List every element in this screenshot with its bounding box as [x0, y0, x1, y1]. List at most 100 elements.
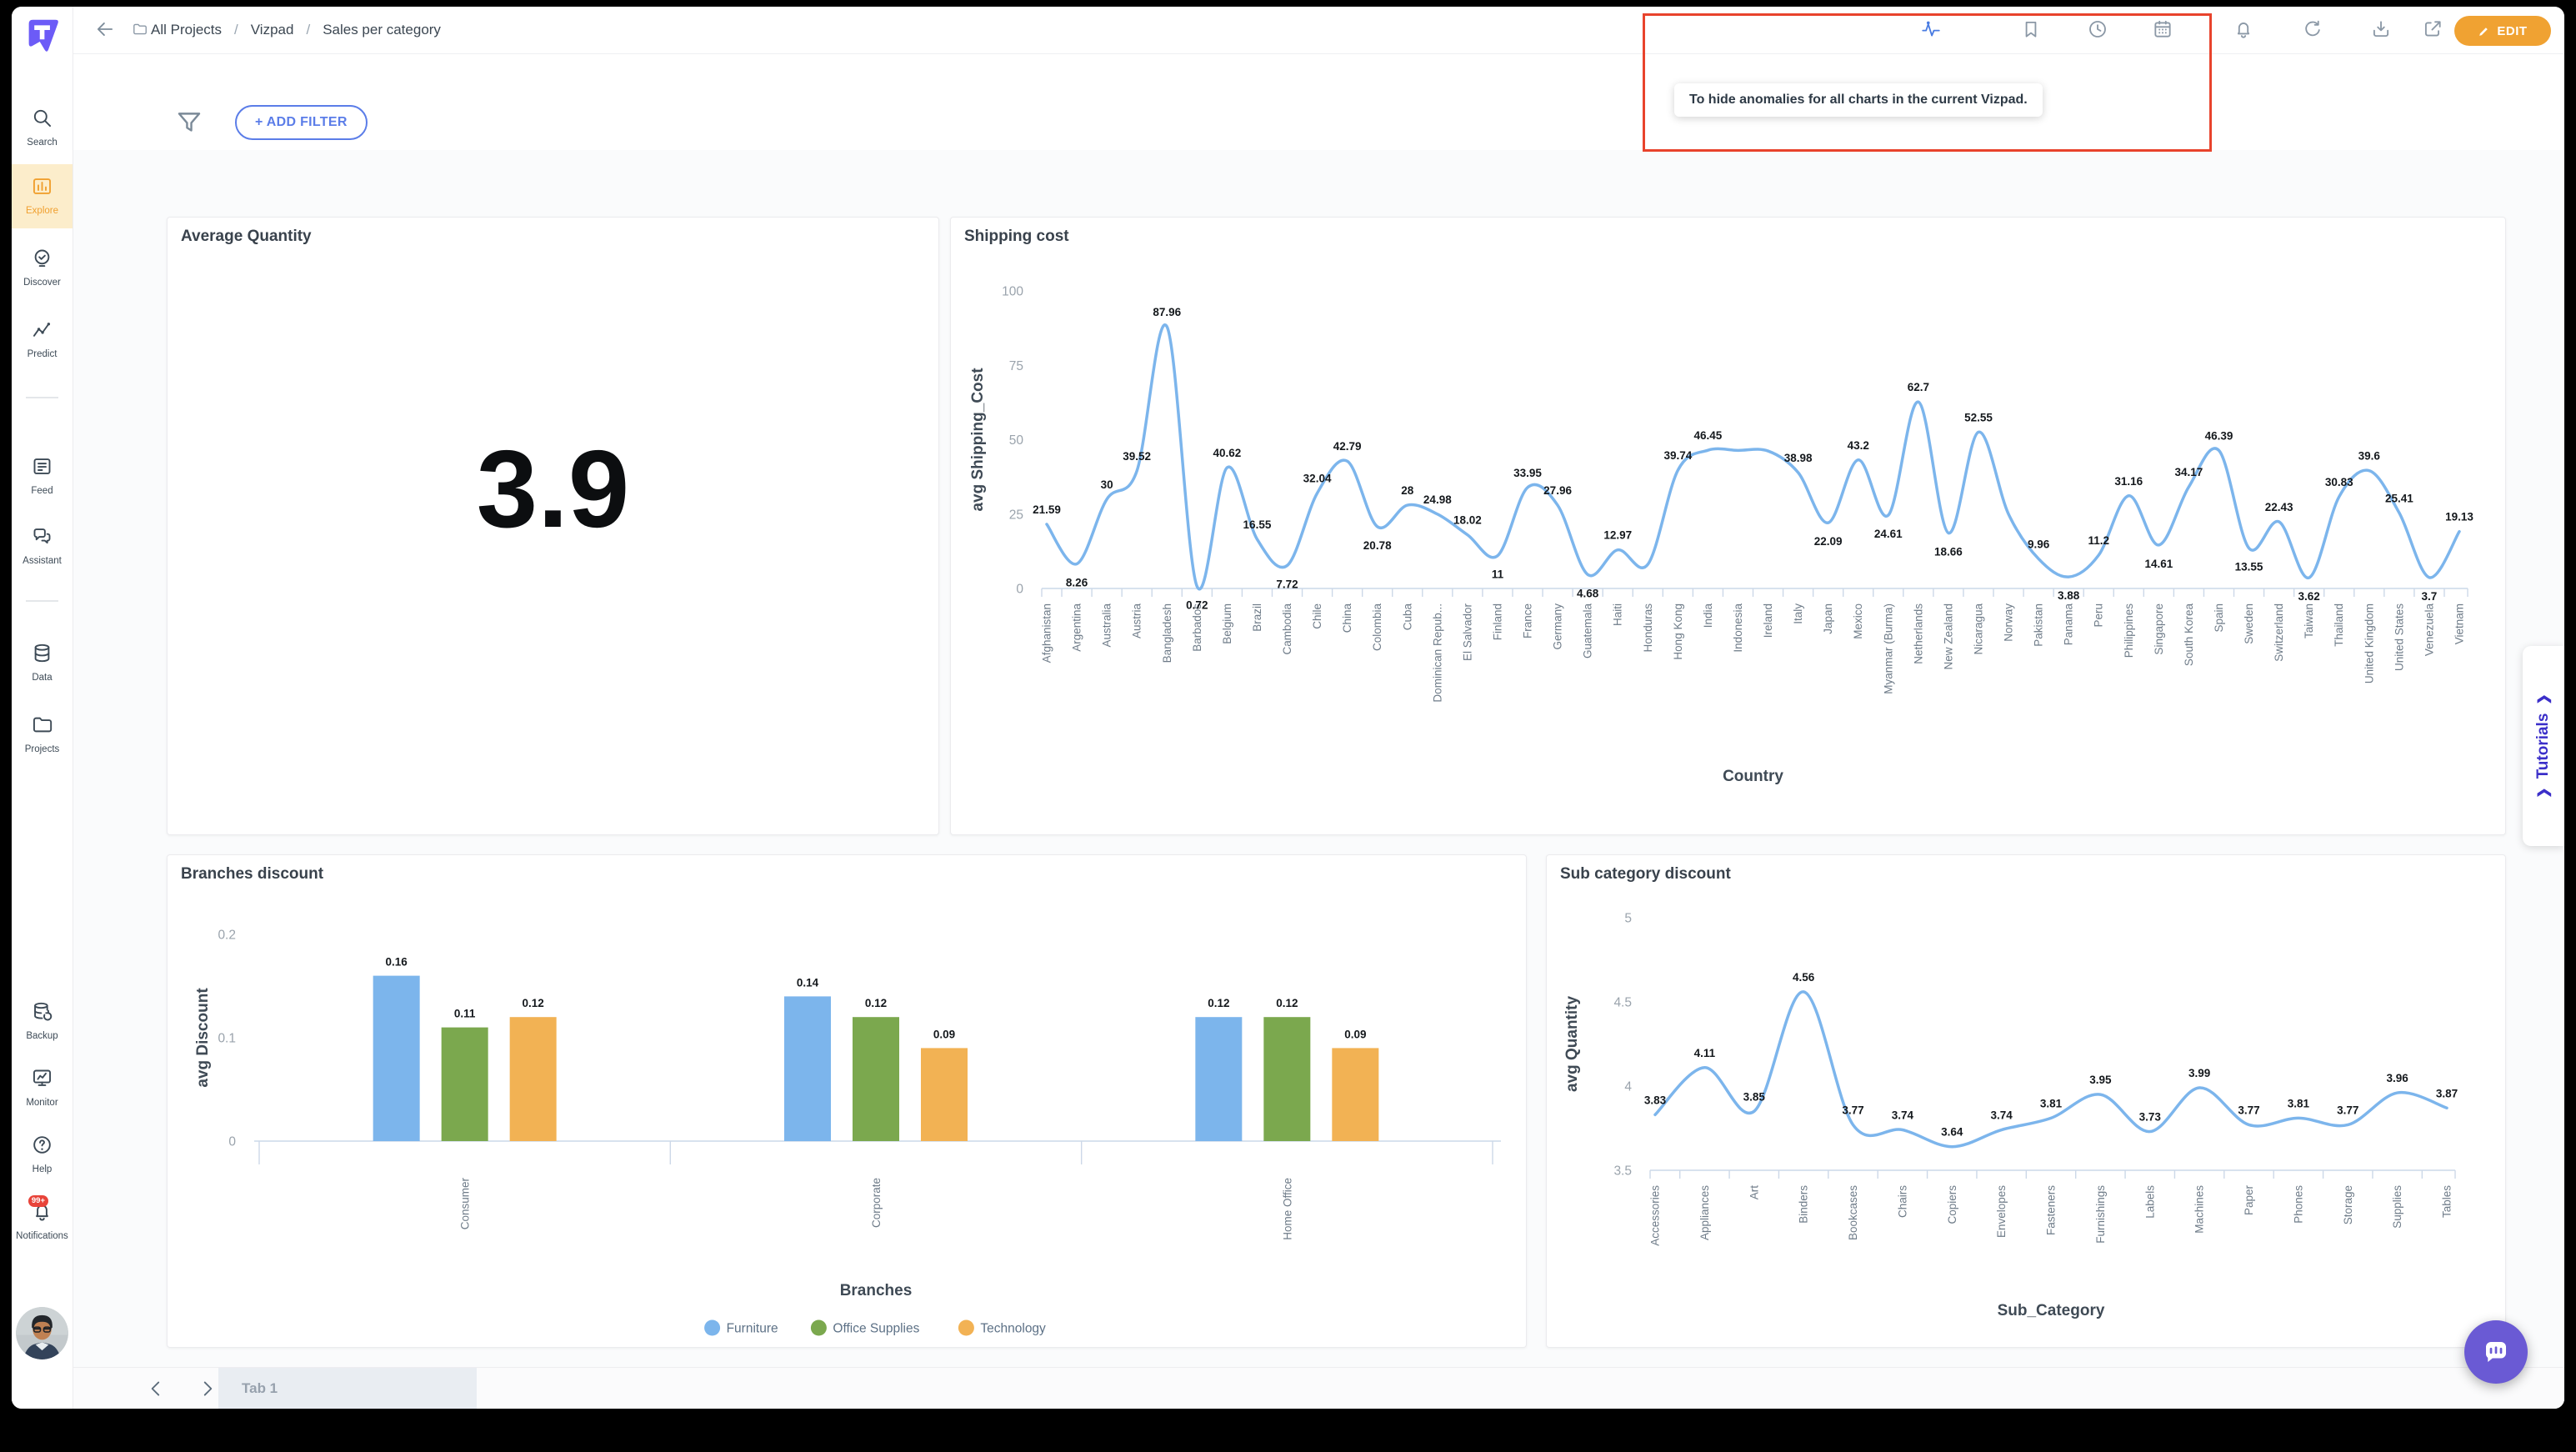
sidebar-item-assistant[interactable]: Assistant: [12, 525, 73, 566]
svg-text:Mexico: Mexico: [1852, 603, 1864, 639]
back-button[interactable]: [91, 15, 119, 43]
svg-text:3.99: 3.99: [2188, 1067, 2210, 1079]
refresh-button[interactable]: [2298, 15, 2327, 43]
folder-icon: [119, 15, 148, 43]
folder-icon: [119, 18, 132, 40]
sidebar-item-explore[interactable]: Explore: [12, 164, 73, 228]
pencil-icon: [2478, 25, 2490, 38]
svg-text:19.13: 19.13: [2445, 511, 2473, 523]
svg-text:11.2: 11.2: [2088, 534, 2109, 547]
sidebar-item-predict[interactable]: Predict: [12, 318, 73, 359]
card-sub-category-discount[interactable]: Sub category discount 3.544.55Sub_Catego…: [1546, 854, 2506, 1348]
download-button[interactable]: [2367, 15, 2395, 43]
svg-text:52.55: 52.55: [1964, 411, 1993, 423]
svg-text:3.83: 3.83: [1644, 1094, 1667, 1106]
svg-text:13.55: 13.55: [2235, 561, 2263, 573]
svg-text:Bookcases: Bookcases: [1847, 1185, 1859, 1240]
svg-text:3.74: 3.74: [1990, 1109, 2013, 1122]
svg-text:27.96: 27.96: [1543, 484, 1572, 497]
alerts-button[interactable]: [2229, 15, 2258, 43]
chart-title: Shipping cost: [964, 228, 1069, 246]
sidebar-item-help[interactable]: Help: [12, 1134, 73, 1174]
clock-icon: [2087, 18, 2108, 40]
svg-text:China: China: [1341, 603, 1353, 633]
schedule-button[interactable]: [2148, 15, 2177, 43]
card-shipping-cost[interactable]: Shipping cost 0255075100Countryavg Shipp…: [950, 217, 2506, 835]
share-button[interactable]: [2418, 15, 2447, 43]
svg-text:Sub_Category: Sub_Category: [1998, 1302, 2105, 1319]
svg-text:46.45: 46.45: [1694, 429, 1723, 442]
svg-text:0.09: 0.09: [1344, 1028, 1366, 1040]
svg-text:3.88: 3.88: [2058, 589, 2080, 602]
chevron-left-icon[interactable]: [145, 1378, 167, 1399]
svg-text:Binders: Binders: [1798, 1185, 1810, 1224]
anomaly-icon: [1920, 18, 1942, 40]
svg-text:France: France: [1522, 603, 1534, 638]
breadcrumb-current-page: Sales per category: [323, 22, 441, 38]
edit-button[interactable]: EDIT: [2454, 16, 2551, 46]
svg-text:Bangladesh: Bangladesh: [1161, 603, 1173, 663]
sidebar-item-monitor[interactable]: Monitor: [12, 1067, 73, 1108]
svg-text:0.2: 0.2: [218, 929, 236, 943]
svg-text:11: 11: [1492, 568, 1504, 581]
help-icon: [31, 1134, 53, 1156]
sidebar-item-backup[interactable]: Backup: [12, 1000, 73, 1041]
svg-text:50: 50: [1009, 433, 1024, 448]
projects-icon: [31, 713, 53, 736]
sidebar-item-notifications[interactable]: 99+ Notifications: [12, 1200, 73, 1241]
tutorials-tab[interactable]: ❯ Tutorials ❯: [2523, 646, 2564, 846]
sidebar-item-data[interactable]: Data: [12, 642, 73, 683]
svg-text:avg Quantity: avg Quantity: [1563, 996, 1581, 1093]
svg-text:0.12: 0.12: [865, 997, 887, 1009]
svg-text:38.98: 38.98: [1784, 452, 1813, 464]
svg-text:Chairs: Chairs: [1896, 1185, 1908, 1218]
breadcrumb-all-projects[interactable]: All Projects: [151, 22, 222, 38]
svg-text:3.5: 3.5: [1613, 1164, 1632, 1179]
add-filter-button[interactable]: + ADD FILTER: [235, 105, 368, 140]
breadcrumb-vizpad[interactable]: Vizpad: [251, 22, 294, 38]
breadcrumb-separator: /: [234, 22, 238, 38]
svg-text:avg Discount: avg Discount: [194, 988, 212, 1088]
svg-text:Chile: Chile: [1311, 603, 1323, 629]
svg-text:62.7: 62.7: [1908, 381, 1929, 393]
svg-text:Colombia: Colombia: [1371, 603, 1383, 652]
calendar-icon: [2152, 18, 2173, 40]
svg-text:3.73: 3.73: [2139, 1111, 2162, 1124]
tab-tab1[interactable]: Tab 1: [218, 1368, 477, 1409]
predict-icon: [31, 318, 53, 341]
sidebar-item-projects[interactable]: Projects: [12, 713, 73, 754]
chat-launcher[interactable]: [2464, 1320, 2528, 1384]
svg-text:3.96: 3.96: [2386, 1072, 2408, 1084]
screen-frame: Search Explore Discover Predict Feed A: [0, 0, 2576, 1452]
chevron-right-icon[interactable]: [197, 1378, 218, 1399]
card-average-quantity[interactable]: Average Quantity 3.9: [167, 217, 939, 835]
sidebar-item-discover[interactable]: Discover: [12, 247, 73, 288]
share-icon: [2422, 18, 2443, 40]
card-branches-discount[interactable]: Branches discount 00.10.2Branchesavg Dis…: [167, 854, 1527, 1348]
svg-text:4: 4: [1624, 1080, 1632, 1094]
bookmark-button[interactable]: [2017, 15, 2045, 43]
bell-icon: 99+: [31, 1200, 53, 1223]
svg-text:Venezuela: Venezuela: [2423, 603, 2435, 657]
funnel-icon[interactable]: [175, 108, 203, 137]
svg-text:India: India: [1702, 603, 1714, 628]
sidebar-item-label: Backup: [12, 1031, 73, 1041]
svg-text:South Korea: South Korea: [2183, 603, 2195, 667]
svg-text:Austria: Austria: [1131, 603, 1143, 639]
sidebar-item-search[interactable]: Search: [12, 107, 73, 148]
sidebar-item-label: Feed: [12, 486, 73, 496]
avatar[interactable]: [16, 1307, 68, 1359]
svg-text:Honduras: Honduras: [1642, 603, 1654, 653]
chat-icon: [2481, 1337, 2511, 1367]
sidebar-item-feed[interactable]: Feed: [12, 455, 73, 496]
history-button[interactable]: [2083, 15, 2112, 43]
anomaly-toggle-button[interactable]: [1917, 15, 1945, 43]
svg-text:4.68: 4.68: [1577, 587, 1599, 599]
svg-text:87.96: 87.96: [1153, 306, 1181, 318]
svg-text:avg Shipping_Cost: avg Shipping_Cost: [969, 368, 987, 512]
svg-text:Belgium: Belgium: [1221, 603, 1233, 644]
svg-text:24.98: 24.98: [1423, 493, 1452, 506]
sidebar-item-label: Monitor: [12, 1098, 73, 1108]
logo-icon[interactable]: [24, 17, 62, 54]
svg-text:5: 5: [1624, 912, 1632, 926]
